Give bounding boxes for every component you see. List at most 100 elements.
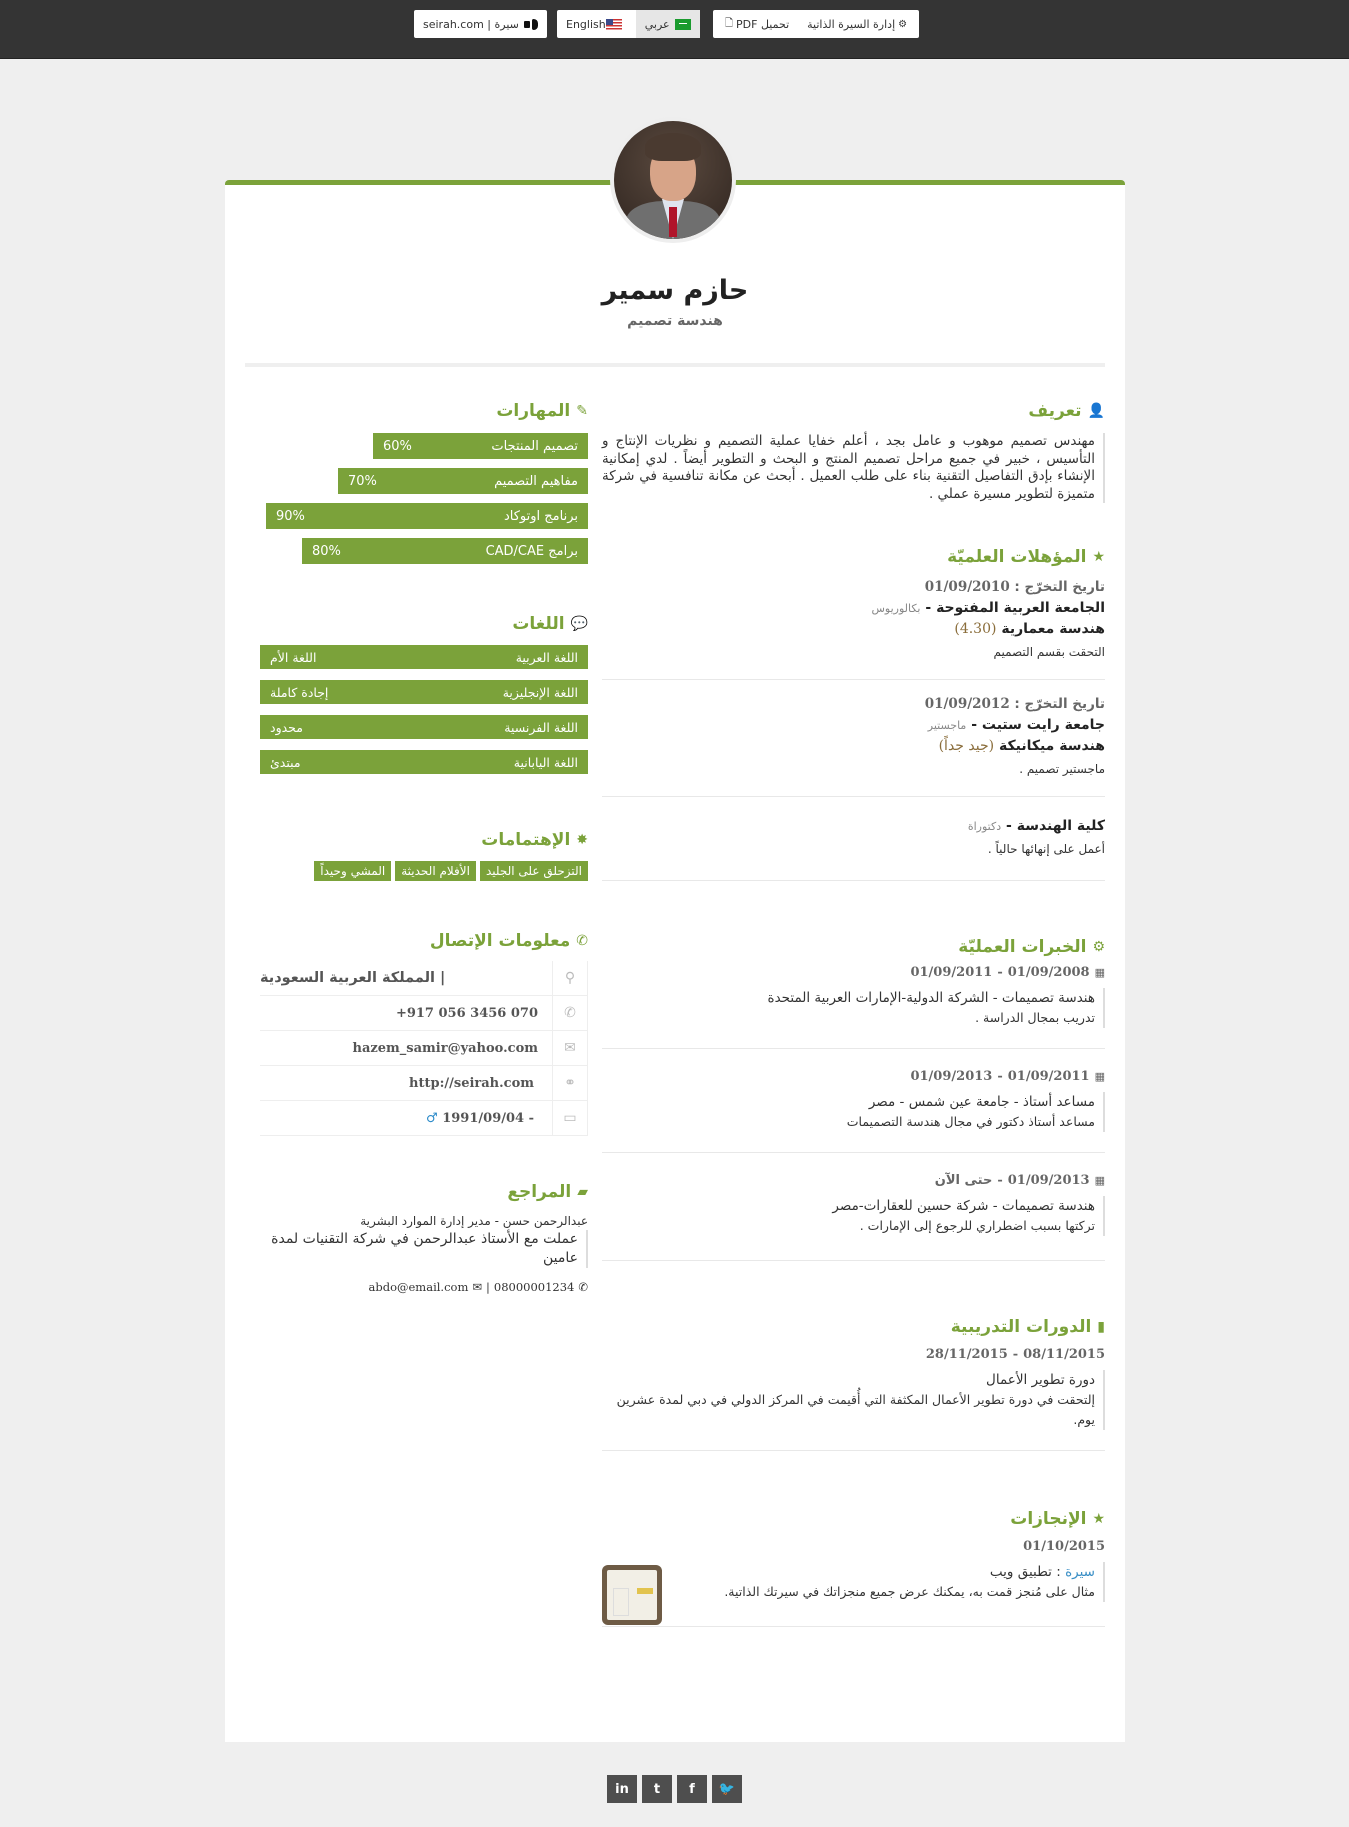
- linkedin-icon[interactable]: in: [607, 1775, 637, 1803]
- job-description: مساعد أستاذ دكتور في مجال هندسة التصميما…: [846, 1114, 1095, 1129]
- manage-toolbar: ⚙ إدارة السيرة الذاتية تحميل PDF 🗋: [713, 10, 920, 38]
- interest-tag: التزحلق على الجليد: [479, 861, 588, 881]
- degree-type: دكتوراة: [967, 820, 1002, 833]
- achievement-link[interactable]: سيرة: [1065, 1564, 1095, 1580]
- phone-icon: ✆: [578, 1280, 588, 1294]
- achievements-section: ★ الإنجازات 01/10/2015 سيرة : تطبيق ويب …: [602, 1509, 1105, 1627]
- degree-type: ماجستير: [927, 719, 967, 732]
- gear-icon: ⚙: [1092, 939, 1105, 955]
- calendar-icon: ▦: [1094, 966, 1105, 979]
- graduation-date: 01/09/2012: [924, 696, 1010, 712]
- university-name: كلية الهندسة: [1016, 818, 1105, 834]
- education-note: التحقت بقسم التصميم: [993, 645, 1105, 659]
- us-flag-icon: [605, 18, 622, 30]
- seirah-logo-icon: [523, 18, 538, 30]
- job-role: هندسة تصميمات - الشركة الدولية-الإمارات …: [767, 990, 1096, 1006]
- grade: (جيد جداً): [938, 738, 995, 754]
- brand-link[interactable]: سيرة | seirah.com: [414, 10, 547, 38]
- education-note: أعمل على إنهائها حالياً .: [987, 842, 1105, 856]
- education-item: تاريخ التخرّج : 01/09/2012 جامعة رايت ست…: [602, 680, 1105, 797]
- contact-email: ✉ hazem_samir@yahoo.com: [260, 1030, 588, 1066]
- major: هندسة ميكانيكة: [998, 738, 1105, 754]
- top-bar: ⚙ إدارة السيرة الذاتية تحميل PDF 🗋 عربي …: [0, 0, 1349, 59]
- profile-name: حازم سمير: [601, 275, 749, 306]
- skill-bar: مفاهيم التصميم 70%: [338, 468, 588, 494]
- contact-heading: معلومات الإتصال: [429, 931, 571, 951]
- languages-heading: اللغات: [512, 614, 565, 634]
- grade: (4.30): [954, 621, 997, 637]
- cv-card: حازم سمير هندسة تصميم 👤 تعريف مهندس تصمي…: [225, 180, 1125, 1742]
- contact-section: ✆ معلومات الإتصال ⚲ | المملكة العربية ال…: [260, 931, 588, 1136]
- achievement-item: 01/10/2015 سيرة : تطبيق ويب مثال على مُن…: [602, 1529, 1105, 1627]
- experience-item: ▦ 01/09/2013 - حتى الآن هندسة تصميمات - ش…: [602, 1153, 1105, 1261]
- education-item: تاريخ التخرّج : 01/09/2010 الجامعة العرب…: [602, 567, 1105, 680]
- course-title: دورة تطوير الأعمال: [986, 1372, 1095, 1388]
- reference-contact: ✆ 08000001234 | ✉ abdo@email.com: [368, 1280, 589, 1294]
- gear-icon: ⚙: [898, 18, 908, 30]
- job-role: هندسة تصميمات - شركة حسين للعقارات-مصر: [832, 1198, 1095, 1214]
- experience-item: ▦ 01/09/2008 - 01/09/2011 هندسة تصميمات -…: [602, 957, 1105, 1049]
- tumblr-icon[interactable]: t: [642, 1775, 672, 1803]
- book-icon: ▰: [577, 1184, 588, 1200]
- profile-photo: [610, 117, 736, 243]
- user-icon: 👤: [1087, 403, 1105, 419]
- facebook-icon[interactable]: f: [677, 1775, 707, 1803]
- about-text: مهندس تصميم موهوب و عامل بجد ، أعلم خفاي…: [602, 433, 1105, 503]
- lang-english-button[interactable]: English: [557, 10, 636, 38]
- language-item: اللغة الفرنسية محدود: [260, 715, 588, 739]
- magic-wand-icon: ✎: [576, 403, 588, 419]
- achievement-description: مثال على مُنجز قمت به، يمكنك عرض جميع من…: [724, 1584, 1095, 1599]
- download-pdf-button[interactable]: تحميل PDF 🗋: [713, 10, 798, 38]
- skill-name: برنامج اوتوكاد: [503, 508, 578, 524]
- male-icon: ♂: [426, 1110, 438, 1126]
- graduation-date: 01/09/2010: [924, 579, 1010, 595]
- lang-arabic-button[interactable]: عربي: [635, 10, 700, 38]
- comment-icon: 💬: [570, 616, 588, 632]
- skill-name: مفاهيم التصميم: [494, 473, 578, 489]
- contact-list: ⚲ | المملكة العربية السعودية ✆ +917 056 …: [260, 960, 588, 1136]
- experience-item: ▦ 01/09/2011 - 01/09/2013 مساعد أستاذ - ج…: [602, 1049, 1105, 1153]
- skill-bar: برامج CAD/CAE 80%: [302, 538, 588, 564]
- interests-tags: التزحلق على الجليد الأفلام الحديثة المشي…: [260, 861, 588, 881]
- contact-website: ⚭ http://seirah.com: [260, 1065, 588, 1101]
- about-section: 👤 تعريف مهندس تصميم موهوب و عامل بجد ، أ…: [602, 401, 1105, 503]
- star-icon: ★: [1092, 549, 1105, 565]
- job-description: تدريب بمجال الدراسة .: [975, 1010, 1095, 1025]
- university-name: الجامعة العربية المفتوحة: [936, 600, 1105, 616]
- saudi-flag-icon: [674, 18, 691, 30]
- skill-percent: 90%: [276, 508, 305, 524]
- references-section: ▰ المراجع عبدالرحمن حسن - مدير إدارة الم…: [260, 1182, 588, 1294]
- phone-icon: ✆: [552, 995, 588, 1031]
- degree-type: بكالوريوس: [871, 602, 921, 615]
- envelope-icon: ✉: [552, 1030, 588, 1066]
- manage-cv-button[interactable]: ⚙ إدارة السيرة الذاتية: [798, 10, 919, 38]
- certificate-icon: ✸: [576, 832, 588, 848]
- course-item: 08/11/2015 - 28/11/2015 دورة تطوير الأعم…: [602, 1337, 1105, 1451]
- languages-list: اللغة العربية اللغة الأم اللغة الإنجليزية…: [260, 645, 588, 774]
- courses-section: ▮ الدورات التدريبية 08/11/2015 - 28/11/2…: [602, 1317, 1105, 1451]
- languages-section: 💬 اللغات اللغة العربية اللغة الأم اللغة ا…: [260, 614, 588, 774]
- sidebar-column: ✎ المهارات تصميم المنتجات 60% مفاهيم التصم…: [260, 395, 588, 1294]
- header-divider: [245, 363, 1105, 367]
- star-icon: ★: [1092, 1511, 1105, 1527]
- experience-heading: الخبرات العمليّة: [958, 937, 1087, 957]
- education-note: ماجستير تصميم .: [1019, 762, 1105, 776]
- main-column: 👤 تعريف مهندس تصميم موهوب و عامل بجد ، أ…: [602, 395, 1105, 1627]
- calendar-icon: ▦: [1094, 1070, 1105, 1083]
- skill-name: تصميم المنتجات: [491, 438, 578, 454]
- language-item: اللغة الإنجليزية إجادة كاملة: [260, 680, 588, 704]
- skills-list: تصميم المنتجات 60% مفاهيم التصميم 70% برنامج…: [260, 424, 588, 564]
- course-description: إلتحقت في دورة تطوير الأعمال المكثفة الت…: [616, 1392, 1095, 1427]
- achievements-heading: الإنجازات: [1010, 1509, 1087, 1529]
- skills-heading: المهارات: [496, 401, 571, 421]
- skill-percent: 80%: [312, 543, 341, 559]
- university-name: جامعة رايت ستيت: [981, 717, 1105, 733]
- skills-section: ✎ المهارات تصميم المنتجات 60% مفاهيم التصم…: [260, 401, 588, 564]
- reference-name: عبدالرحمن حسن - مدير إدارة الموارد البشر…: [360, 1214, 588, 1228]
- map-marker-icon: ⚲: [552, 960, 588, 996]
- reference-quote: عملت مع الأستاذ عبدالرحمن في شركة التقني…: [260, 1230, 588, 1268]
- achievement-thumbnail[interactable]: [602, 1565, 662, 1625]
- education-item: كلية الهندسة - دكتوراة أعمل على إنهائها …: [602, 797, 1105, 881]
- education-section: ★ المؤهلات العلميّة تاريخ التخرّج : 01/0…: [602, 547, 1105, 881]
- twitter-icon[interactable]: 🐦: [712, 1775, 742, 1803]
